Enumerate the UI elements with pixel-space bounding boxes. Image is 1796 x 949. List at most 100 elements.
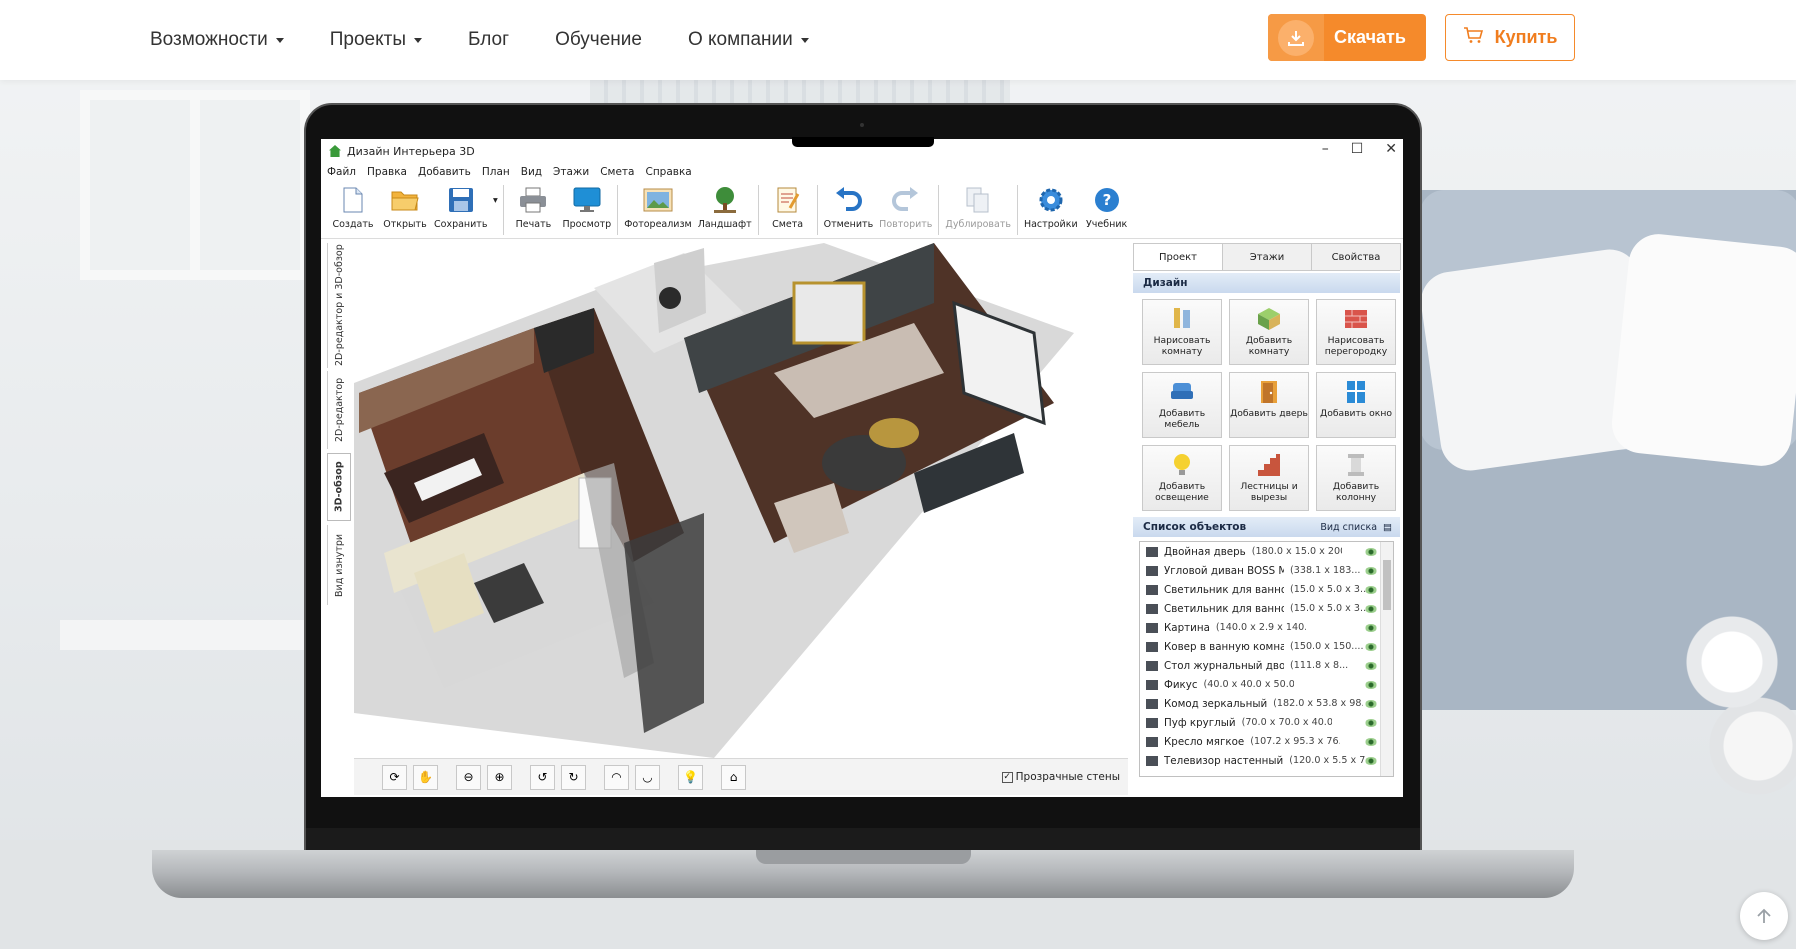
tab-properties[interactable]: Свойства [1311, 243, 1401, 270]
tilt-down-icon[interactable]: ◡ [635, 764, 660, 790]
list-item[interactable]: Картина (140.0 x 2.9 x 140.0) [1140, 618, 1393, 637]
draw-room-button[interactable]: Нарисовать комнату [1142, 299, 1222, 365]
tab-2d-editor[interactable]: 2D-редактор [327, 371, 351, 449]
add-door-button[interactable]: Добавить дверь [1229, 372, 1309, 438]
list-item[interactable]: Комод зеркальный (182.0 x 53.8 x 98.0) [1140, 694, 1393, 713]
scrollbar-thumb[interactable] [1383, 560, 1391, 610]
minimize-icon[interactable]: – [1322, 141, 1329, 157]
rotate-360-icon[interactable]: ⟳ [382, 764, 407, 790]
create-button[interactable]: Создать [327, 185, 379, 230]
add-room-button[interactable]: Добавить комнату [1229, 299, 1309, 365]
draw-partition-button[interactable]: Нарисовать перегородку [1316, 299, 1396, 365]
landscape-button[interactable]: Ландшафт [695, 185, 755, 230]
viewport-toolbar: ⟳ ✋ ⊖ ⊕ ↺ ↻ ◠ ◡ 💡 ⌂ ✓ Прозрачные стены [354, 758, 1128, 795]
nav-item-projects[interactable]: Проекты [330, 29, 422, 51]
eye-icon[interactable] [1365, 604, 1377, 613]
close-icon[interactable]: ✕ [1385, 141, 1397, 157]
list-item[interactable]: Угловой диван BOSS MAX(338.1 x 183... [1140, 561, 1393, 580]
tab-3d-view[interactable]: 3D-обзор [327, 453, 351, 521]
eye-icon[interactable] [1365, 547, 1377, 556]
scroll-to-top-button[interactable] [1740, 892, 1788, 940]
add-furniture-button[interactable]: Добавить мебель [1142, 372, 1222, 438]
redo-button[interactable]: Повторить [876, 185, 935, 230]
add-lighting-button[interactable]: Добавить освещение [1142, 445, 1222, 511]
pan-hand-icon[interactable]: ✋ [413, 764, 438, 790]
app-window: Дизайн Интерьера 3D – ☐ ✕ Файл Правка До… [321, 139, 1403, 797]
tab-2d-3d[interactable]: 2D-редактор и 3D-обзор [327, 243, 351, 368]
open-button[interactable]: Открыть [379, 185, 431, 230]
checkbox-checked-icon[interactable]: ✓ [1001, 771, 1013, 783]
save-button[interactable]: Сохранить [431, 185, 490, 230]
preview-button[interactable]: Просмотр [559, 185, 614, 230]
add-window-button[interactable]: Добавить окно [1316, 372, 1396, 438]
object-dims: (107.2 x 95.3 x 76.9) [1250, 736, 1340, 747]
settings-button[interactable]: Настройки [1021, 185, 1081, 230]
list-item[interactable]: Кресло мягкое (107.2 x 95.3 x 76.9) [1140, 732, 1393, 751]
tilt-up-icon[interactable]: ◠ [604, 764, 629, 790]
transparent-walls-toggle[interactable]: ✓ Прозрачные стены [1001, 771, 1120, 783]
tab-project[interactable]: Проект [1133, 243, 1223, 270]
nav-item-features[interactable]: Возможности [150, 29, 284, 51]
save-dropdown[interactable]: ▾ [490, 185, 500, 219]
eye-icon[interactable] [1365, 699, 1377, 708]
undo-button[interactable]: Отменить [821, 185, 877, 230]
laptop-camera [860, 123, 864, 127]
nav-item-blog[interactable]: Блог [468, 29, 509, 51]
eye-icon[interactable] [1365, 566, 1377, 575]
tutorial-button[interactable]: ? Учебник [1081, 185, 1133, 230]
list-item[interactable]: Фикус (40.0 x 40.0 x 50.0) [1140, 675, 1393, 694]
eye-icon[interactable] [1365, 623, 1377, 632]
eye-icon[interactable] [1365, 642, 1377, 651]
light-bulb-icon[interactable]: 💡 [678, 764, 703, 790]
zoom-in-icon[interactable]: ⊕ [487, 764, 512, 790]
eye-icon[interactable] [1365, 680, 1377, 689]
eye-icon[interactable] [1365, 756, 1377, 765]
objects-scrollbar[interactable] [1380, 542, 1393, 776]
list-item[interactable]: Светильник для ванной (15.0 x 5.0 x 3... [1140, 599, 1393, 618]
list-view-toggle[interactable]: Вид списка ▤ [1320, 522, 1392, 533]
buy-button[interactable]: Купить [1445, 14, 1575, 61]
section-title: Дизайн [1143, 277, 1188, 289]
menu-file[interactable]: Файл [327, 166, 356, 178]
list-item[interactable]: Двойная дверь (180.0 x 15.0 x 200.0) [1140, 542, 1393, 561]
object-name: Комод зеркальный [1164, 697, 1268, 710]
duplicate-button[interactable]: Дублировать [942, 185, 1014, 230]
3d-viewport[interactable] [354, 243, 1128, 758]
menu-edit[interactable]: Правка [367, 166, 407, 178]
list-item[interactable]: Ковер в ванную комнату(150.0 x 150.... [1140, 637, 1393, 656]
tab-inside-view[interactable]: Вид изнутри [327, 525, 351, 605]
download-button[interactable]: Скачать [1268, 14, 1426, 61]
print-button[interactable]: Печать [507, 185, 559, 230]
zoom-out-icon[interactable]: ⊖ [456, 764, 481, 790]
eye-icon[interactable] [1365, 737, 1377, 746]
menu-floors[interactable]: Этажи [553, 166, 589, 178]
rotate-left-icon[interactable]: ↺ [530, 764, 555, 790]
photorealism-button[interactable]: Фотореализм [621, 185, 695, 230]
nav-item-learning[interactable]: Обучение [555, 29, 642, 51]
estimate-button[interactable]: Смета [762, 185, 814, 230]
rotate-right-icon[interactable]: ↻ [561, 764, 586, 790]
tab-floors[interactable]: Этажи [1222, 243, 1312, 270]
menu-help[interactable]: Справка [645, 166, 691, 178]
app-menubar: Файл Правка Добавить План Вид Этажи Смет… [321, 163, 1403, 181]
list-item[interactable]: Стол журнальный двойной(111.8 x 8... [1140, 656, 1393, 675]
armchair-icon [1171, 383, 1193, 399]
caret-down-icon [275, 37, 284, 43]
menu-estimate[interactable]: Смета [600, 166, 634, 178]
eye-icon[interactable] [1365, 718, 1377, 727]
eye-icon[interactable] [1365, 585, 1377, 594]
menu-view[interactable]: Вид [521, 166, 542, 178]
list-item[interactable]: Телевизор настенный (120.0 x 5.5 x 7... [1140, 751, 1393, 770]
menu-plan[interactable]: План [482, 166, 510, 178]
list-item[interactable]: Пуф круглый (70.0 x 70.0 x 40.0) [1140, 713, 1393, 732]
add-column-button[interactable]: Добавить колонну [1316, 445, 1396, 511]
eye-icon[interactable] [1365, 661, 1377, 670]
room-cube-icon [1258, 308, 1280, 330]
menu-add[interactable]: Добавить [418, 166, 471, 178]
nav-item-about[interactable]: О компании [688, 29, 809, 51]
column-icon [1348, 454, 1364, 476]
home-icon[interactable]: ⌂ [721, 764, 746, 790]
stairs-button[interactable]: Лестницы и вырезы [1229, 445, 1309, 511]
maximize-icon[interactable]: ☐ [1351, 141, 1364, 157]
list-item[interactable]: Светильник для ванной (15.0 x 5.0 x 3... [1140, 580, 1393, 599]
